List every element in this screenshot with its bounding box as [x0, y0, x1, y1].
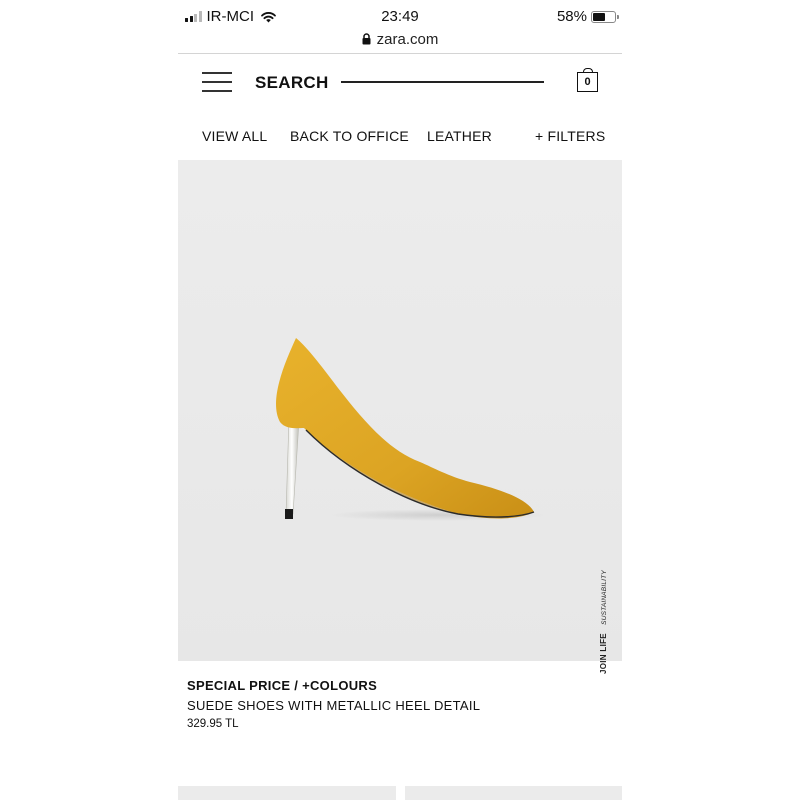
product-price: 329.95 TL: [187, 718, 239, 730]
address-bar[interactable]: zara.com: [178, 28, 622, 50]
join-life-text: JOIN LIFE: [599, 633, 608, 674]
product-name[interactable]: SUEDE SHOES WITH METALLIC HEEL DETAIL: [187, 698, 607, 713]
battery-icon: [591, 10, 619, 23]
site-header: SEARCH 0: [178, 54, 622, 110]
product-image[interactable]: JOIN LIFE SUSTAINABILITY: [178, 160, 622, 674]
battery-fill: [593, 12, 606, 21]
tab-back-to-office[interactable]: BACK TO OFFICE: [290, 128, 409, 144]
filters-button[interactable]: + FILTERS: [535, 128, 605, 144]
battery-group: 58%: [556, 8, 619, 25]
status-bar: IR-MCI 23:49 58%: [178, 0, 622, 30]
next-product-card-left[interactable]: [178, 786, 396, 800]
join-life-label: JOIN LIFE SUSTAINABILITY: [599, 570, 608, 674]
product-tag[interactable]: SPECIAL PRICE / +COLOURS: [187, 678, 607, 693]
url-text: zara.com: [376, 30, 439, 48]
shoe-illustration: [276, 338, 548, 521]
battery-percent: 58%: [556, 8, 587, 25]
clock: 23:49: [381, 8, 419, 25]
next-product-card-right[interactable]: [405, 786, 622, 800]
tab-view-all[interactable]: VIEW ALL: [202, 128, 267, 144]
sustainability-text: SUSTAINABILITY: [601, 570, 608, 625]
tab-leather[interactable]: LEATHER: [427, 128, 492, 144]
lock-icon: [362, 33, 371, 45]
shopping-bag-icon[interactable]: 0: [577, 68, 598, 92]
phone-screen: IR-MCI 23:49 58% zara.com SEARCH 0 VIEW …: [178, 0, 622, 800]
search-label[interactable]: SEARCH: [255, 73, 329, 93]
product-info: SPECIAL PRICE / +COLOURS SUEDE SHOES WIT…: [187, 678, 607, 730]
category-nav: VIEW ALL BACK TO OFFICE LEATHER + FILTER…: [178, 128, 622, 148]
menu-icon[interactable]: [202, 72, 232, 92]
search-input[interactable]: [341, 81, 544, 83]
